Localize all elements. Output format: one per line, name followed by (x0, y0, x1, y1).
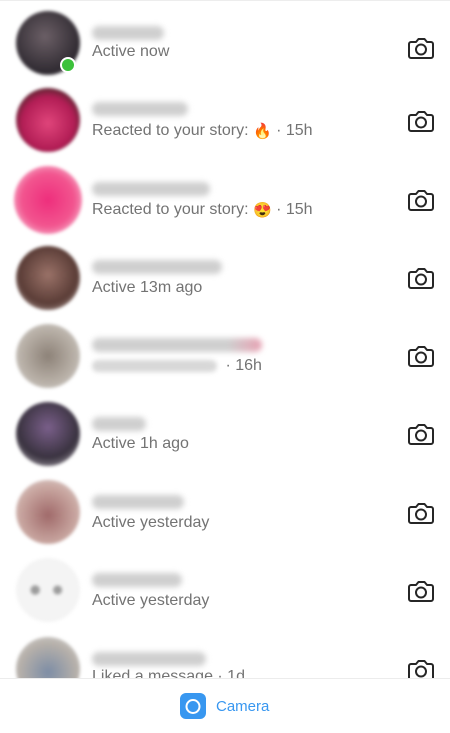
camera-icon[interactable] (405, 575, 437, 607)
thread-status: Active 1h ago (92, 435, 189, 453)
camera-label[interactable]: Camera (216, 698, 269, 715)
thread-row[interactable]: Active yesterday (0, 477, 450, 555)
thread-time: · 16h (225, 357, 262, 374)
thread-name (92, 102, 188, 116)
camera-icon[interactable] (405, 340, 437, 372)
thread-status: Active now (92, 43, 169, 61)
thread-status-text: Reacted to your story: (92, 201, 249, 218)
heart-eyes-emoji: 😍 (252, 202, 272, 219)
thread-status-text (92, 359, 217, 372)
thread-status: Reacted to your story: 😍 · 15h (92, 201, 313, 219)
thread-row[interactable]: · 16h (0, 320, 450, 398)
avatar[interactable] (16, 402, 80, 466)
thread-name (92, 260, 222, 274)
camera-glyph-icon (185, 699, 201, 714)
thread-time: · 15h (276, 201, 313, 218)
thread-status-text: Active yesterday (92, 592, 210, 609)
thread-row[interactable]: Active yesterday (0, 555, 450, 633)
thread-status: · 16h (92, 357, 262, 375)
thread-status-text: Reacted to your story: (92, 122, 249, 139)
thread-status: Active yesterday (92, 514, 209, 532)
thread-status-text: Active 1h ago (92, 435, 189, 452)
avatar[interactable] (16, 324, 80, 388)
camera-icon[interactable] (405, 418, 437, 450)
avatar[interactable] (16, 637, 80, 680)
camera-icon[interactable] (405, 32, 437, 64)
thread-status-text: Active yesterday (92, 514, 210, 531)
thread-name (92, 652, 206, 666)
thread-row[interactable]: Reacted to your story: 😍 · 15h (0, 163, 450, 241)
thread-row[interactable]: Liked a message · 1d (0, 634, 450, 680)
camera-icon[interactable] (405, 497, 437, 529)
avatar[interactable] (16, 480, 80, 544)
bottom-camera-bar[interactable]: Camera (0, 678, 450, 733)
thread-name (92, 182, 210, 196)
thread-name (92, 573, 182, 587)
camera-icon[interactable] (405, 654, 437, 680)
avatar[interactable] (16, 88, 80, 152)
thread-status: Active yesterday (92, 592, 209, 610)
camera-icon[interactable] (405, 105, 437, 137)
thread-time: · 15h (276, 122, 313, 139)
thread-status: Reacted to your story: 🔥 · 15h (92, 122, 313, 140)
thread-name (92, 417, 146, 431)
camera-icon[interactable] (405, 262, 437, 294)
thread-status-text: Active 13m ago (92, 279, 203, 296)
thread-row[interactable]: Reacted to your story: 🔥 · 15h (0, 84, 450, 162)
message-thread-list[interactable]: Active now Reacted to your story: 🔥 · 15… (0, 0, 450, 680)
camera-icon[interactable] (180, 693, 206, 719)
thread-name (92, 26, 164, 40)
thread-status: Active 13m ago (92, 279, 202, 297)
thread-name (92, 338, 262, 352)
thread-row[interactable]: Active now (0, 5, 450, 83)
thread-row[interactable]: Active 1h ago (0, 398, 450, 476)
avatar[interactable] (16, 558, 80, 622)
camera-icon[interactable] (405, 184, 437, 216)
thread-name (92, 495, 184, 509)
fire-emoji: 🔥 (252, 123, 272, 140)
avatar[interactable] (16, 246, 80, 310)
online-status-dot (60, 57, 76, 73)
thread-row[interactable]: Active 13m ago (0, 242, 450, 320)
avatar[interactable] (14, 166, 82, 234)
thread-status-text: Active now (92, 43, 170, 60)
